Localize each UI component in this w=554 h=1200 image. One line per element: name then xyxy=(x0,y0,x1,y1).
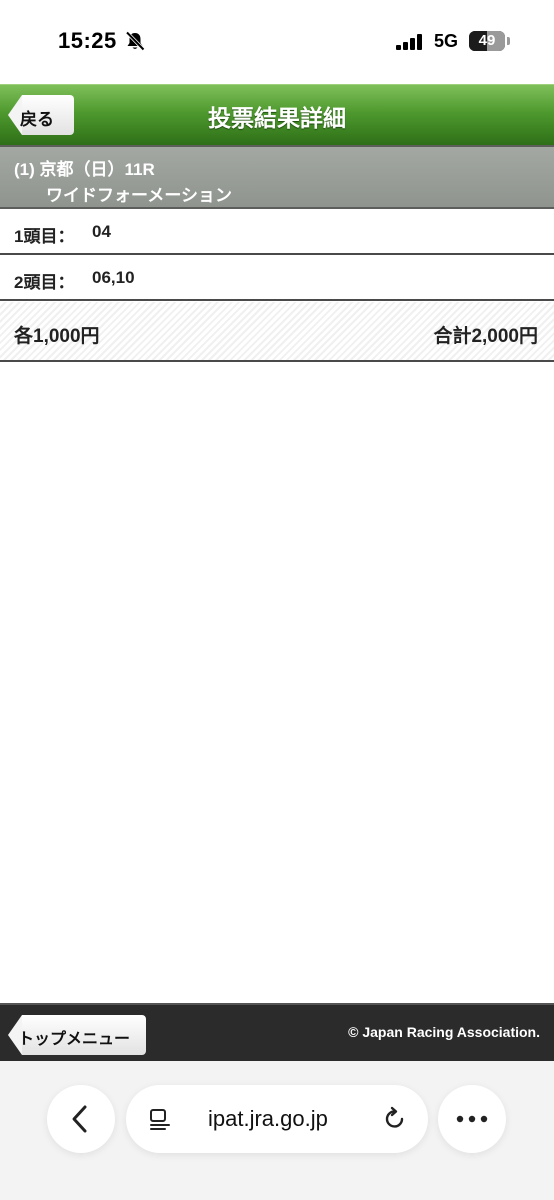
more-button[interactable] xyxy=(438,1085,506,1153)
signal-bars-icon xyxy=(396,34,426,50)
horse-row-value: 04 xyxy=(92,222,111,241)
battery-icon: 49 xyxy=(469,31,505,51)
horse-row-second: 2頭目： 06,10 xyxy=(0,255,554,301)
horse-row-first: 1頭目： 04 xyxy=(0,209,554,255)
race-name: (1) 京都（日）11R xyxy=(14,160,155,179)
page-title: 投票結果詳細 xyxy=(208,105,346,131)
amount-row: 各1,000円 合計2,000円 xyxy=(0,302,554,362)
horse-row-label: 1頭目： xyxy=(14,227,75,246)
top-menu-label: トップメニュー xyxy=(18,1031,131,1048)
more-icon xyxy=(456,1115,488,1123)
url-text: ipat.jra.go.jp xyxy=(208,1106,328,1131)
reload-icon[interactable] xyxy=(382,1105,408,1131)
address-bar[interactable]: ipat.jra.go.jp xyxy=(126,1085,428,1153)
status-time: 15:25 xyxy=(58,28,117,53)
status-bar: 15:25 5G 49 xyxy=(0,0,554,84)
horse-row-label: 2頭目： xyxy=(14,273,75,292)
reader-icon xyxy=(150,1109,170,1130)
battery-nub xyxy=(507,37,510,45)
battery-level: 49 xyxy=(478,32,496,49)
bet-type: ワイドフォーメーション xyxy=(46,186,232,205)
bell-slash-icon xyxy=(125,31,145,51)
browser-back-button[interactable] xyxy=(47,1085,115,1153)
top-menu-button[interactable]: トップメニュー xyxy=(8,1015,146,1055)
horse-row-value: 06,10 xyxy=(92,268,135,287)
footer-bar: トップメニュー © Japan Racing Association. xyxy=(0,1003,554,1061)
app-header: 戻る 投票結果詳細 xyxy=(0,84,554,145)
browser-toolbar: ipat.jra.go.jp xyxy=(0,1061,554,1200)
amount-each: 各1,000円 xyxy=(14,326,100,347)
chevron-left-icon xyxy=(72,1105,87,1133)
network-label: 5G xyxy=(434,31,459,51)
amount-total: 合計2,000円 xyxy=(433,326,538,347)
race-info: (1) 京都（日）11R ワイドフォーメーション xyxy=(0,145,554,209)
copyright: © Japan Racing Association. xyxy=(348,1024,540,1040)
